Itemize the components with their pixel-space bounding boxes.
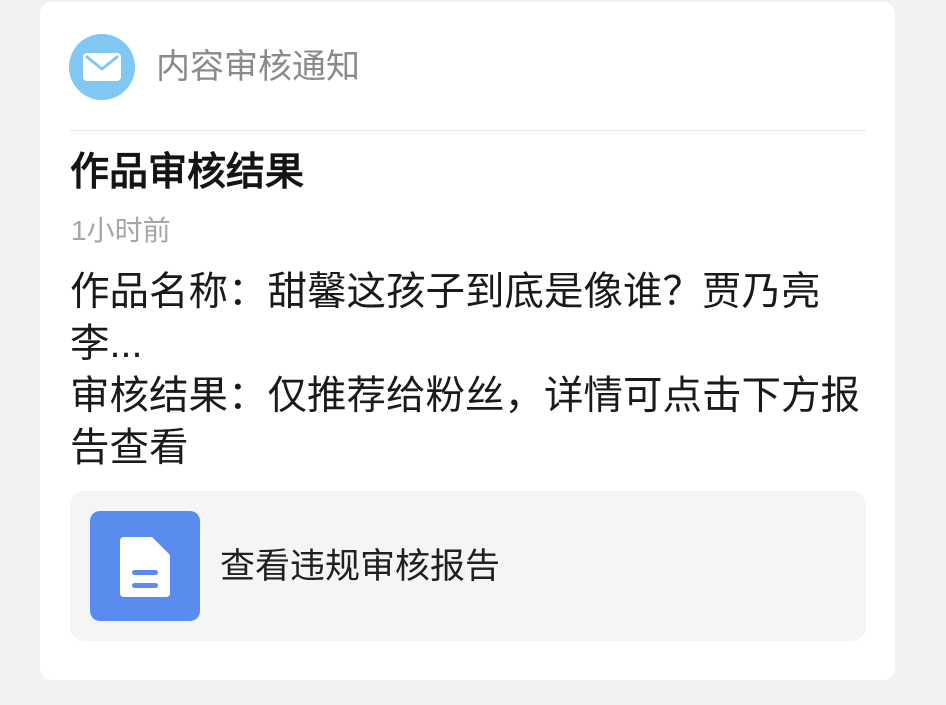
header-divider (70, 130, 866, 131)
notification-card: 内容审核通知 作品审核结果 1小时前 作品名称：甜馨这孩子到底是像谁？贾乃亮李.… (40, 2, 895, 680)
notification-timestamp: 1小时前 (71, 215, 171, 246)
view-report-button[interactable]: 查看违规审核报告 (70, 491, 866, 641)
view-report-label: 查看违规审核报告 (220, 547, 501, 586)
work-name-line: 作品名称：甜馨这孩子到底是像谁？贾乃亮李... (70, 266, 870, 370)
notification-title: 作品审核结果 (70, 151, 305, 194)
notification-source-title: 内容审核通知 (156, 48, 360, 86)
review-result-label: 审核结果： (70, 374, 268, 418)
notification-body: 作品名称：甜馨这孩子到底是像谁？贾乃亮李... 审核结果：仅推荐给粉丝，详情可点… (70, 266, 870, 474)
review-result-line: 审核结果：仅推荐给粉丝，详情可点击下方报告查看 (70, 370, 870, 474)
document-icon (90, 511, 200, 621)
work-name-label: 作品名称： (70, 270, 268, 314)
envelope-icon (69, 34, 135, 100)
